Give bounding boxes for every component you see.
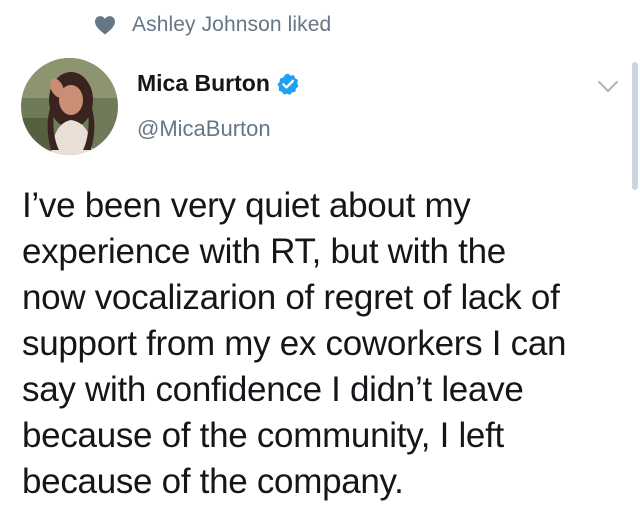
- social-context-text[interactable]: Ashley Johnson liked: [132, 13, 331, 37]
- more-options-button[interactable]: [594, 74, 622, 100]
- tweet-line: support from my ex coworkers I can: [22, 324, 567, 363]
- heart-icon: [94, 15, 116, 35]
- author-name-row[interactable]: Mica Burton: [137, 70, 300, 97]
- verified-badge-icon: [276, 72, 300, 96]
- tweet-line: because of the community, I left: [22, 416, 504, 455]
- tweet-line: now vocalizarion of regret of lack of: [22, 278, 560, 317]
- tweet-line: experience with RT, but with the: [22, 232, 506, 271]
- tweet-line: because of the company.: [22, 462, 404, 501]
- avatar[interactable]: [21, 58, 118, 155]
- author-name[interactable]: Mica Burton: [137, 70, 270, 97]
- tweet-line: I’ve been very quiet about my: [22, 186, 471, 225]
- tweet-line: say with confidence I didn’t leave: [22, 370, 524, 409]
- author-handle[interactable]: @MicaBurton: [137, 116, 271, 142]
- scrollbar[interactable]: [632, 62, 638, 190]
- tweet-text: I’ve been very quiet about my experience…: [22, 183, 622, 505]
- chevron-down-icon: [597, 80, 619, 93]
- social-context: Ashley Johnson liked: [94, 10, 331, 40]
